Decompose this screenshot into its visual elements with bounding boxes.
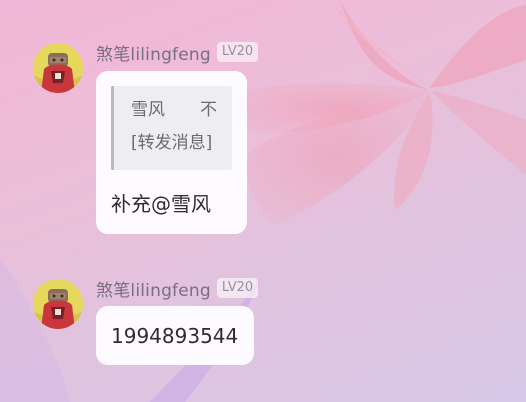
level-badge: LV20 [216,278,259,298]
sender-name[interactable]: 煞笔lilingfeng [96,40,211,65]
quoted-excerpt: 不 [200,100,217,120]
quoted-message[interactable]: 雪风 不 [转发消息] [111,86,232,170]
message-header: 煞笔lilingfeng LV20 [96,40,259,65]
character-avatar-icon [33,43,83,93]
message-header: 煞笔lilingfeng LV20 [96,276,259,301]
sender-name[interactable]: 煞笔lilingfeng [96,276,211,301]
message-bubble[interactable]: 1994893544 [96,306,254,365]
character-avatar-icon [33,279,83,329]
message-text: 补充@雪风 [111,192,211,216]
sender-avatar[interactable] [33,279,83,329]
level-badge: LV20 [216,42,259,62]
sender-avatar[interactable] [33,43,83,93]
message-bubble[interactable]: 雪风 不 [转发消息] 补充@雪风 [96,71,247,234]
quoted-sender: 雪风 [131,100,165,120]
quoted-content: [转发消息] [131,133,213,153]
message-text: 1994893544 [111,323,239,348]
